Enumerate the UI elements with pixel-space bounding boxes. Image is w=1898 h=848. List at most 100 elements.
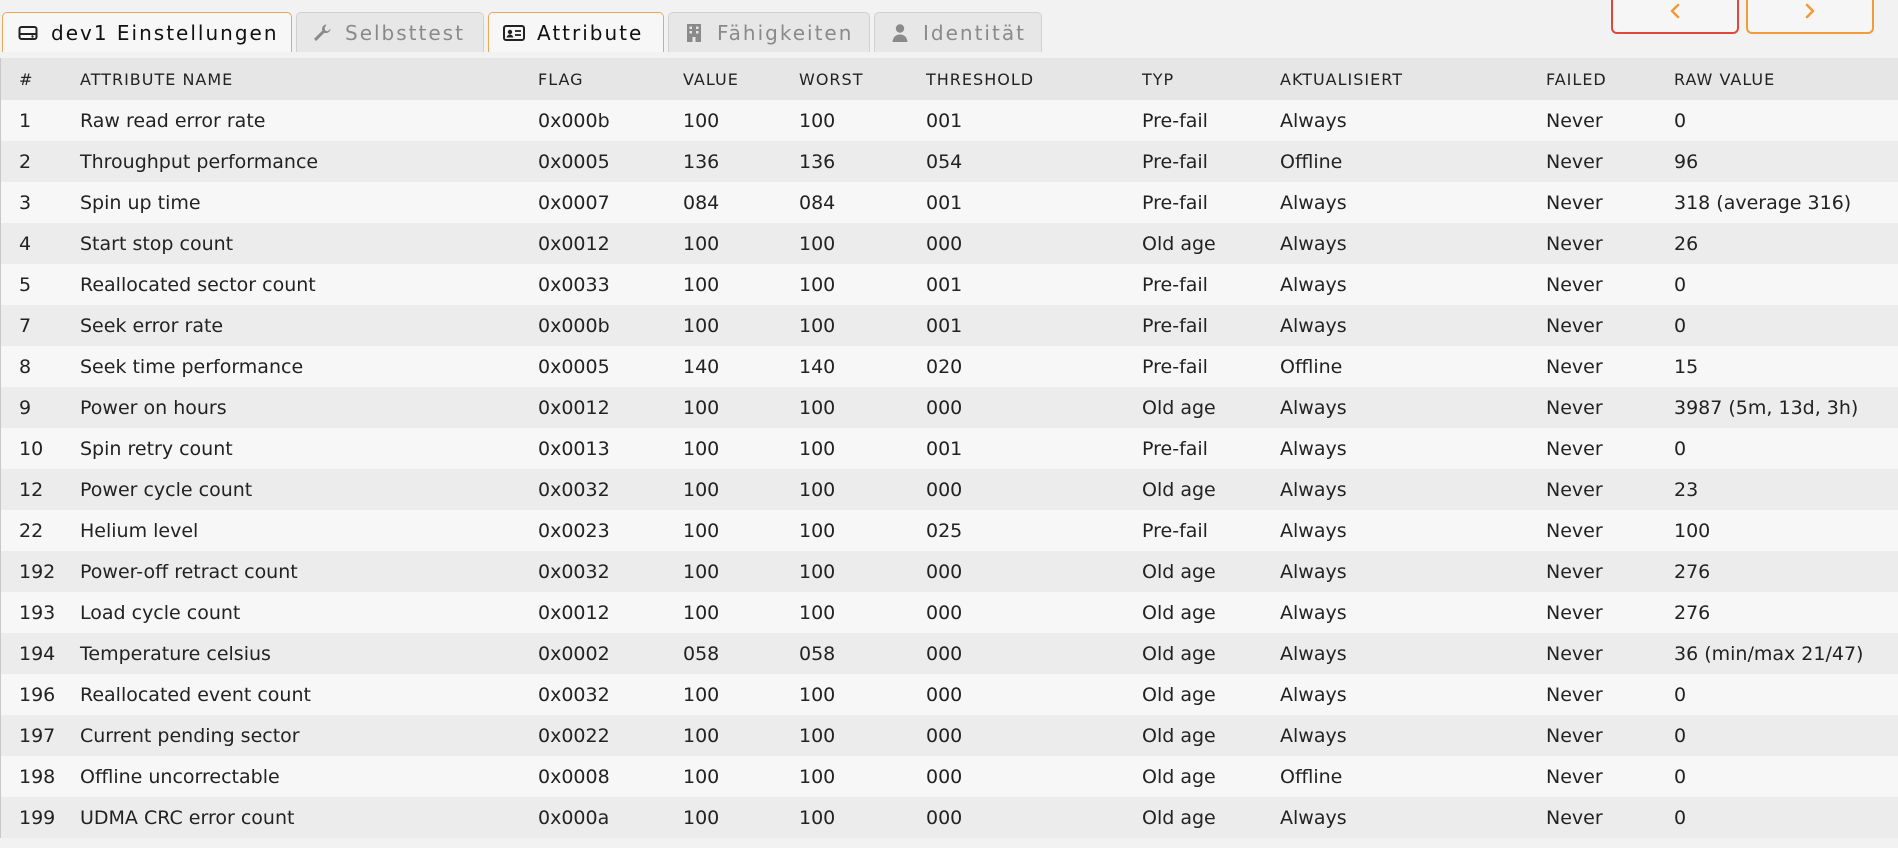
header-threshold: THRESHOLD	[926, 69, 1035, 89]
cell-value: 100	[683, 560, 720, 583]
cell-typ: Old age	[1142, 765, 1216, 788]
tab-device-settings[interactable]: dev1 Einstellungen	[2, 12, 292, 52]
cell-raw-value: 96	[1674, 150, 1699, 173]
cell-attribute-name: Offline uncorrectable	[80, 765, 280, 788]
cell-failed: Never	[1546, 191, 1603, 214]
cell-worst: 100	[799, 437, 836, 460]
cell-typ: Old age	[1142, 724, 1216, 747]
cell-raw-value: 0	[1674, 724, 1687, 747]
cell-failed: Never	[1546, 273, 1603, 296]
cell-value: 100	[683, 273, 720, 296]
table-row: 10 Spin retry count 0x0013 100 100 001 Pre-fai…	[1, 428, 1898, 469]
cell-raw-value: 36 (min/max 21/47)	[1674, 642, 1864, 665]
cell-value: 100	[683, 478, 720, 501]
header-attribute-name: ATTRIBUTE NAME	[80, 69, 234, 89]
cell-id: 198	[19, 765, 56, 788]
cell-worst: 100	[799, 478, 836, 501]
table-row: 2 Throughput performance 0x0005 136 136 054 Pr…	[1, 141, 1898, 182]
table-row: 12 Power cycle count 0x0032 100 100 000 Old ag…	[1, 469, 1898, 510]
cell-aktualisiert: Always	[1280, 683, 1347, 706]
cell-flag: 0x0013	[538, 437, 610, 460]
header-typ: TYP	[1142, 69, 1175, 89]
cell-flag: 0x0023	[538, 519, 610, 542]
cell-attribute-name: Helium level	[80, 519, 199, 542]
header-worst: WORST	[799, 69, 864, 89]
next-button[interactable]	[1746, 0, 1874, 34]
cell-attribute-name: Power cycle count	[80, 478, 253, 501]
cell-flag: 0x0022	[538, 724, 610, 747]
cell-raw-value: 0	[1674, 273, 1687, 296]
cell-id: 193	[19, 601, 56, 624]
cell-flag: 0x0002	[538, 642, 610, 665]
cell-worst: 100	[799, 683, 836, 706]
table-row: 5 Reallocated sector count 0x0033 100 100 001…	[1, 264, 1898, 305]
cell-failed: Never	[1546, 437, 1603, 460]
cell-flag: 0x0005	[538, 150, 610, 173]
cell-raw-value: 0	[1674, 765, 1687, 788]
cell-value: 136	[683, 150, 720, 173]
tab-faehigkeiten[interactable]: Fähigkeiten	[668, 12, 870, 52]
cell-id: 2	[19, 150, 32, 173]
cell-value: 100	[683, 437, 720, 460]
wrench-icon	[311, 22, 333, 44]
cell-aktualisiert: Always	[1280, 437, 1347, 460]
tab-identitaet[interactable]: Identität	[874, 12, 1042, 52]
cell-flag: 0x0033	[538, 273, 610, 296]
cell-failed: Never	[1546, 519, 1603, 542]
cell-value: 100	[683, 314, 720, 337]
cell-threshold: 000	[926, 601, 963, 624]
cell-typ: Pre-fail	[1142, 437, 1208, 460]
tab-selbsttest[interactable]: Selbsttest	[296, 12, 484, 52]
header-value: VALUE	[683, 69, 739, 89]
table-row: 9 Power on hours 0x0012 100 100 000 Old age Alw…	[1, 387, 1898, 428]
building-icon	[683, 22, 705, 44]
cell-aktualisiert: Always	[1280, 560, 1347, 583]
cell-failed: Never	[1546, 396, 1603, 419]
cell-aktualisiert: Always	[1280, 191, 1347, 214]
cell-threshold: 000	[926, 396, 963, 419]
cell-attribute-name: Current pending sector	[80, 724, 300, 747]
table-row: 199 UDMA CRC error count 0x000a 100 100 000 Ol…	[1, 797, 1898, 838]
cell-id: 7	[19, 314, 32, 337]
cell-worst: 100	[799, 232, 836, 255]
table-row: 8 Seek time performance 0x0005 140 140 020 Pre…	[1, 346, 1898, 387]
header-number: #	[19, 69, 34, 89]
chevron-left-icon	[1669, 3, 1681, 23]
cell-failed: Never	[1546, 232, 1603, 255]
cell-threshold: 001	[926, 314, 963, 337]
cell-flag: 0x0008	[538, 765, 610, 788]
table-row: 193 Load cycle count 0x0012 100 100 000 Old ag…	[1, 592, 1898, 633]
cell-aktualisiert: Offline	[1280, 150, 1343, 173]
cell-threshold: 001	[926, 109, 963, 132]
cell-typ: Old age	[1142, 560, 1216, 583]
cell-failed: Never	[1546, 109, 1603, 132]
cell-attribute-name: Power on hours	[80, 396, 227, 419]
cell-failed: Never	[1546, 806, 1603, 829]
cell-raw-value: 0	[1674, 806, 1687, 829]
header-flag: FLAG	[538, 69, 584, 89]
cell-threshold: 000	[926, 232, 963, 255]
cell-value: 100	[683, 396, 720, 419]
cell-flag: 0x0032	[538, 560, 610, 583]
cell-id: 194	[19, 642, 56, 665]
cell-flag: 0x0012	[538, 396, 610, 419]
header-failed: FAILED	[1546, 69, 1607, 89]
cell-aktualisiert: Always	[1280, 232, 1347, 255]
header-raw-value: RAW VALUE	[1674, 69, 1776, 89]
cell-aktualisiert: Always	[1280, 806, 1347, 829]
header-aktualisiert: AKTUALISIERT	[1280, 69, 1403, 89]
cell-typ: Old age	[1142, 396, 1216, 419]
cell-value: 100	[683, 109, 720, 132]
tab-label: Attribute	[537, 20, 644, 45]
previous-button[interactable]	[1611, 0, 1739, 34]
cell-typ: Pre-fail	[1142, 150, 1208, 173]
cell-failed: Never	[1546, 642, 1603, 665]
cell-raw-value: 100	[1674, 519, 1711, 542]
cell-value: 100	[683, 765, 720, 788]
cell-worst: 100	[799, 806, 836, 829]
tab-attribute[interactable]: Attribute	[488, 12, 664, 52]
cell-aktualisiert: Offline	[1280, 355, 1343, 378]
cell-worst: 100	[799, 519, 836, 542]
cell-value: 058	[683, 642, 720, 665]
cell-aktualisiert: Always	[1280, 724, 1347, 747]
